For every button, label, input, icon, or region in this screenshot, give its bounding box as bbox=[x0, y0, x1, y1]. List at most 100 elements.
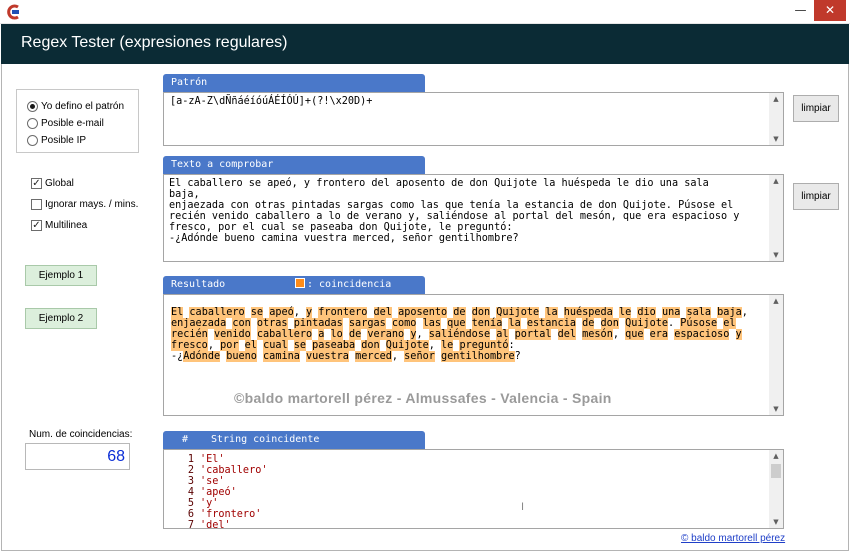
match-highlight: del bbox=[373, 307, 392, 318]
match-highlight: a bbox=[318, 329, 325, 340]
match-highlight: camina bbox=[263, 351, 300, 362]
watermark: ©baldo martorell pérez - Almussafes - Va… bbox=[234, 390, 612, 406]
list-item[interactable]: 4 'apeó' bbox=[184, 487, 267, 498]
match-highlight: baja bbox=[717, 307, 742, 318]
match-highlight: portal bbox=[514, 329, 552, 340]
checkbox-indicator: ✓ bbox=[31, 219, 42, 231]
scroll-down-icon[interactable]: ▼ bbox=[769, 516, 783, 528]
match-highlight: bueno bbox=[226, 351, 257, 362]
matches-list[interactable]: 1 'El' 2 'caballero' 3 'se' 4 'apeó' 5 'y' 6 'front… bbox=[163, 449, 784, 531]
match-highlight: dio bbox=[637, 307, 656, 318]
match-highlight: y bbox=[735, 329, 742, 340]
checkbox-ignore-case[interactable]: Ignorar mays. / mins. bbox=[31, 196, 138, 212]
checkbox-label: Multilinea bbox=[45, 219, 88, 231]
match-highlight: como bbox=[391, 318, 417, 329]
match-highlight: la bbox=[545, 307, 558, 318]
match-highlight: sala bbox=[686, 307, 712, 318]
match-count-value: 68 bbox=[25, 443, 130, 470]
example-2-button[interactable]: Ejemplo 2 bbox=[25, 308, 97, 329]
scroll-down-icon[interactable]: ▼ bbox=[769, 249, 783, 261]
match-highlight: vuestra bbox=[306, 351, 349, 362]
match-highlight: y bbox=[306, 307, 313, 318]
result-tab-label: Resultado bbox=[171, 279, 226, 290]
list-item[interactable]: 7 'del' bbox=[184, 520, 267, 531]
pattern-input[interactable]: [a-zA-Z\dÑñáéíóúÁÉÍÓÚ]+(?!\x20D)+ ▲ ▼ bbox=[163, 92, 784, 146]
radio-label: Posible IP bbox=[41, 134, 87, 146]
match-highlight: le bbox=[441, 340, 454, 351]
match-highlight: el bbox=[244, 340, 257, 351]
match-string: 'y' bbox=[200, 498, 219, 509]
scroll-up-icon[interactable]: ▲ bbox=[769, 450, 783, 462]
match-highlight: El bbox=[171, 307, 184, 318]
scroll-down-icon[interactable]: ▼ bbox=[769, 133, 783, 145]
match-string: 'frontero' bbox=[200, 509, 262, 520]
match-highlight: huéspeda bbox=[563, 307, 613, 318]
test-text-value: El caballero se apeó, y frontero del apo… bbox=[169, 178, 740, 244]
match-highlight: venido bbox=[213, 329, 251, 340]
radio-custom-pattern[interactable]: Yo defino el patrón bbox=[27, 98, 124, 114]
match-highlight: de bbox=[582, 318, 595, 329]
close-button[interactable]: ✕ bbox=[814, 0, 846, 21]
match-index: 2 bbox=[187, 465, 194, 476]
match-highlight: Quijote bbox=[496, 307, 540, 318]
author-link[interactable]: © baldo martorell pérez bbox=[681, 533, 785, 544]
match-highlight: saliéndose bbox=[428, 329, 491, 340]
match-highlight: espacioso bbox=[674, 329, 730, 340]
list-item[interactable]: 1 'El' bbox=[184, 454, 267, 465]
example-1-button[interactable]: Ejemplo 1 bbox=[25, 265, 97, 286]
checkbox-global[interactable]: ✓ Global bbox=[31, 175, 74, 191]
test-text-input[interactable]: El caballero se apeó, y frontero del apo… bbox=[163, 174, 784, 262]
match-highlight: era bbox=[649, 329, 669, 340]
radio-email[interactable]: Posible e-mail bbox=[27, 115, 104, 131]
match-highlight: se bbox=[250, 307, 264, 318]
match-highlight: don bbox=[471, 307, 491, 318]
clear-pattern-button[interactable]: limpiar bbox=[793, 95, 839, 122]
radio-ip[interactable]: Posible IP bbox=[27, 132, 86, 148]
legend-label: : coincidencia bbox=[307, 279, 392, 290]
pattern-type-group: Yo defino el patrón Posible e-mail Posib… bbox=[16, 89, 139, 153]
input-scrollbar[interactable]: ▲ ▼ bbox=[769, 175, 783, 261]
app-header: Regex Tester (expresiones regulares) bbox=[1, 24, 849, 64]
scroll-up-icon[interactable]: ▲ bbox=[769, 295, 783, 307]
radio-label: Posible e-mail bbox=[41, 117, 104, 129]
result-panel: El caballero se apeó, y frontero del apo… bbox=[163, 294, 784, 416]
match-highlight: las bbox=[422, 318, 441, 329]
match-highlight: aposento bbox=[398, 307, 448, 318]
pattern-scrollbar[interactable]: ▲ ▼ bbox=[769, 93, 783, 145]
list-item[interactable]: 5 'y' bbox=[184, 498, 267, 509]
match-highlight: el bbox=[723, 318, 736, 329]
match-highlight: caballero bbox=[189, 307, 245, 318]
minimize-button[interactable]: — bbox=[787, 0, 814, 21]
clear-text-button[interactable]: limpiar bbox=[793, 183, 839, 210]
match-highlight: merced bbox=[355, 351, 392, 362]
match-highlight: paseaba bbox=[312, 340, 356, 351]
match-highlight: don bbox=[600, 318, 619, 329]
scroll-down-icon[interactable]: ▼ bbox=[769, 403, 783, 415]
match-swatch-icon bbox=[295, 278, 305, 288]
list-item[interactable]: 2 'caballero' bbox=[184, 465, 268, 476]
match-highlight: Adónde bbox=[183, 351, 221, 362]
checkbox-indicator: ✓ bbox=[31, 177, 42, 189]
match-highlight: que bbox=[447, 318, 466, 329]
checkbox-multiline[interactable]: ✓ Multilinea bbox=[31, 217, 87, 233]
list-item[interactable]: 6 'frontero' bbox=[184, 509, 267, 520]
match-string: 'se' bbox=[200, 476, 225, 487]
match-string: 'del' bbox=[200, 520, 231, 531]
match-index: 3 bbox=[187, 476, 194, 487]
list-item[interactable]: 3 'se' bbox=[184, 476, 267, 487]
scroll-up-icon[interactable]: ▲ bbox=[769, 93, 783, 105]
match-highlight: verano bbox=[367, 329, 405, 340]
scroll-up-icon[interactable]: ▲ bbox=[769, 175, 783, 187]
match-index: 5 bbox=[187, 498, 194, 509]
result-scrollbar[interactable]: ▲ ▼ bbox=[769, 295, 783, 415]
matches-rows: 1 'El' 2 'caballero' 3 'se' 4 'apeó' 5 'y' 6 'front… bbox=[184, 454, 268, 531]
match-index: 6 bbox=[187, 509, 194, 520]
match-highlight: gentilhombre bbox=[440, 351, 515, 362]
match-highlight: señor bbox=[404, 351, 435, 362]
checkbox-indicator bbox=[31, 198, 42, 210]
matches-string-header: String coincidente bbox=[211, 434, 320, 445]
scroll-thumb[interactable] bbox=[771, 464, 781, 478]
result-tab: Resultado : coincidencia bbox=[163, 276, 425, 294]
window-title: Regex Tester (expresiones regulares) bbox=[21, 34, 288, 51]
matches-scrollbar[interactable]: ▲ ▼ bbox=[769, 450, 783, 528]
